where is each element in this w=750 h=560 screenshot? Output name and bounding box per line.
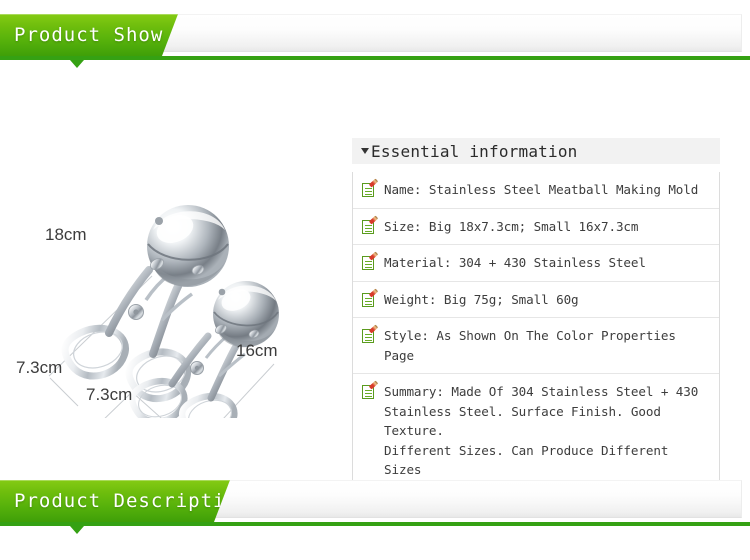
table-row: Size: Big 18x7.3cm; Small 16x7.3cm <box>353 209 719 245</box>
table-row: Style: As Shown On The Color Properties … <box>353 318 719 374</box>
specification-table: Name: Stainless Steel Meatball Making Mo… <box>352 172 720 508</box>
essential-information-header[interactable]: Essential information <box>352 138 720 164</box>
spec-value-name: Name: Stainless Steel Meatball Making Mo… <box>384 182 699 197</box>
product-show-tab-label: Product Show <box>14 24 164 46</box>
dimension-label-7-3cm-left: 7.3cm <box>16 358 62 377</box>
product-description-tab: Product Description <box>0 480 230 522</box>
essential-information-panel: Essential information Name: Stainless St… <box>352 138 720 508</box>
note-icon <box>362 215 379 235</box>
product-show-tab: Product Show <box>0 14 178 56</box>
dimension-label-7-3cm-bottom: 7.3cm <box>86 385 132 404</box>
note-icon <box>362 288 379 308</box>
banner-rule-top <box>0 56 750 60</box>
table-row: Material: 304 + 430 Stainless Steel <box>353 245 719 282</box>
product-photo: 18cm 7.3cm 7.3cm 16cm <box>12 88 332 418</box>
spec-value-style: Style: As Shown On The Color Properties … <box>384 328 684 363</box>
spec-value-material: Material: 304 + 430 Stainless Steel <box>384 255 646 270</box>
note-icon <box>362 178 379 198</box>
spec-value-size: Size: Big 18x7.3cm; Small 16x7.3cm <box>384 218 639 234</box>
table-row: Weight: Big 75g; Small 60g <box>353 282 719 318</box>
essential-information-title: Essential information <box>371 141 578 161</box>
note-icon <box>362 324 379 344</box>
dimension-label-18cm: 18cm <box>45 225 87 244</box>
note-icon <box>362 251 379 271</box>
banner-rule-bottom <box>0 522 750 526</box>
chevron-down-icon <box>361 148 369 154</box>
product-photo-illustration: 18cm 7.3cm 7.3cm 16cm <box>16 205 279 418</box>
banner-arrow-down-icon <box>70 60 84 68</box>
product-show-content: 18cm 7.3cm 7.3cm 16cm Essential informat… <box>0 70 750 508</box>
banner-arrow-down-icon <box>70 526 84 534</box>
product-description-banner: Product Description <box>0 476 750 528</box>
product-show-banner: Product Show <box>0 10 750 62</box>
dimension-label-16cm: 16cm <box>236 341 278 360</box>
note-icon <box>362 380 379 400</box>
table-row: Name: Stainless Steel Meatball Making Mo… <box>353 172 719 209</box>
spec-value-weight: Weight: Big 75g; Small 60g <box>384 291 579 307</box>
product-description-tab-label: Product Description <box>14 490 251 512</box>
